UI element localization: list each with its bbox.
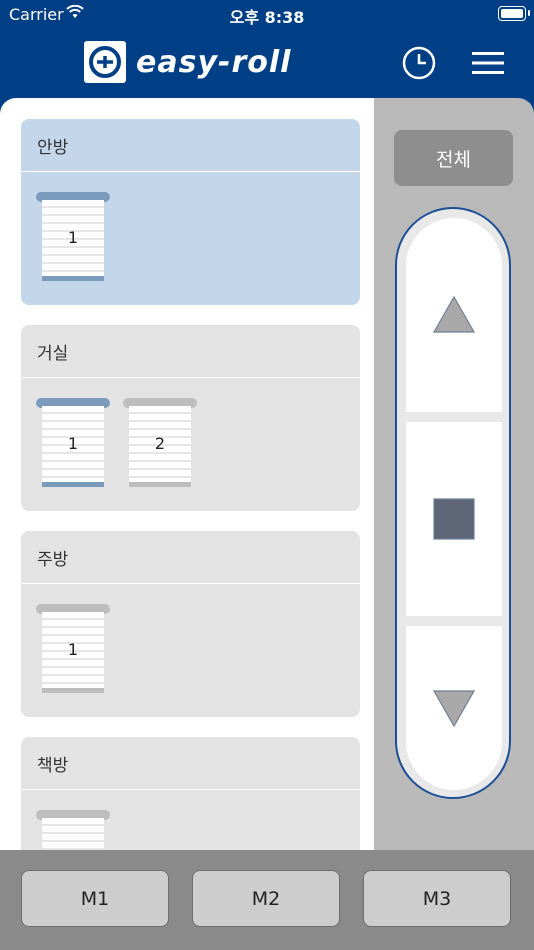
status-bar: Carrier 오후 8:38 (0, 0, 534, 28)
memory-button-m2[interactable]: M2 (192, 870, 340, 927)
room-card[interactable]: 거실 1 2 (21, 325, 360, 511)
room-name: 책방 (21, 737, 360, 790)
room-list[interactable]: 안방 1 거실 1 2 주방 1 책방 (0, 98, 374, 850)
blind-label: 1 (67, 228, 79, 247)
room-card[interactable]: 안방 1 (21, 119, 360, 305)
room-card[interactable]: 주방 1 (21, 531, 360, 717)
blind-button[interactable]: 2 (123, 398, 197, 490)
up-button[interactable] (406, 218, 502, 412)
logo-mark-icon (84, 41, 126, 83)
down-triangle-icon (432, 690, 476, 728)
blind-control-pad (395, 207, 511, 799)
up-triangle-icon (432, 295, 476, 333)
blind-button[interactable]: 1 (36, 398, 110, 490)
blind-button[interactable] (36, 810, 110, 850)
stop-square-icon (433, 498, 475, 540)
clock-icon[interactable] (402, 46, 436, 80)
memory-button-m1[interactable]: M1 (21, 870, 169, 927)
room-card[interactable]: 책방 (21, 737, 360, 850)
down-button[interactable] (406, 626, 502, 790)
all-button[interactable]: 전체 (394, 130, 513, 186)
logo: easy-roll (84, 41, 291, 83)
blind-button[interactable]: 1 (36, 604, 110, 696)
battery-icon (498, 6, 530, 21)
room-name: 거실 (21, 325, 360, 378)
memory-bar: M1 M2 M3 (0, 850, 534, 950)
blind-label: 1 (67, 434, 79, 453)
room-name: 주방 (21, 531, 360, 584)
memory-button-m3[interactable]: M3 (363, 870, 511, 927)
hamburger-menu-icon[interactable] (472, 50, 504, 76)
stop-button[interactable] (406, 422, 502, 616)
blind-button[interactable]: 1 (36, 192, 110, 284)
room-name: 안방 (21, 119, 360, 172)
blind-label: 2 (154, 434, 166, 453)
control-panel: 전체 (374, 98, 534, 850)
status-time: 오후 8:38 (229, 8, 305, 27)
blind-label: 1 (67, 640, 79, 659)
logo-text: easy-roll (136, 44, 292, 80)
app-header: easy-roll (0, 28, 534, 98)
blind-shade-icon (42, 818, 104, 850)
